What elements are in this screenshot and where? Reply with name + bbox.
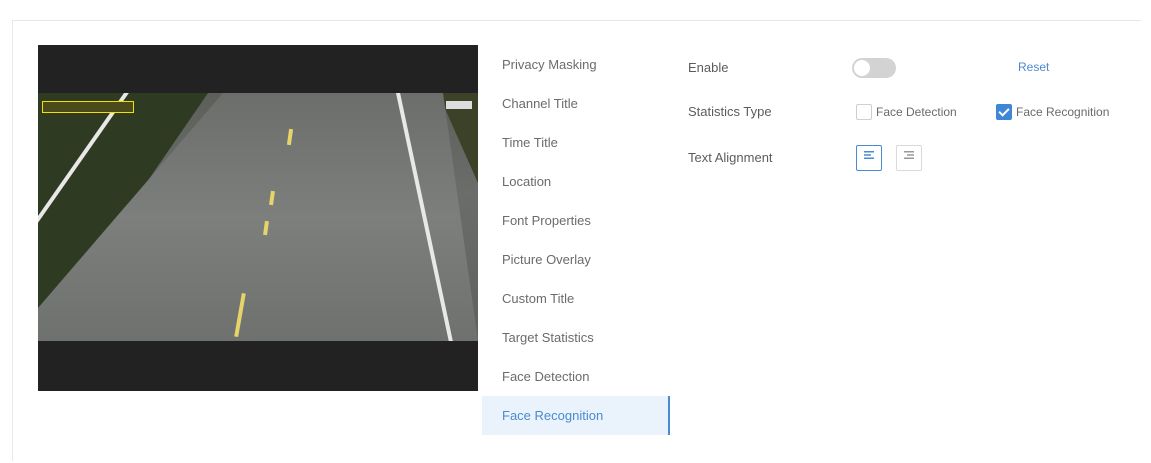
reset-link[interactable]: Reset: [1018, 60, 1049, 74]
osd-marker: [446, 101, 472, 109]
menu-item-picture-overlay[interactable]: Picture Overlay: [482, 240, 670, 279]
menu-item-location[interactable]: Location: [482, 162, 670, 201]
video-preview: [38, 45, 478, 391]
menu-item-target-statistics[interactable]: Target Statistics: [482, 318, 670, 357]
road-scene-image: [38, 93, 478, 341]
align-left-glyph: [864, 151, 874, 159]
osd-menu: Privacy Masking Channel Title Time Title…: [482, 45, 670, 437]
statistics-type-label: Statistics Type: [688, 104, 772, 119]
enable-toggle[interactable]: [852, 58, 896, 78]
align-left-icon[interactable]: [856, 145, 882, 171]
menu-item-font-properties[interactable]: Font Properties: [482, 201, 670, 240]
face-detection-checkbox-label: Face Detection: [876, 105, 957, 119]
face-detection-checkbox[interactable]: [856, 104, 872, 120]
align-right-icon[interactable]: [896, 145, 922, 171]
face-recognition-checkbox[interactable]: [996, 104, 1012, 120]
face-recognition-checkbox-label: Face Recognition: [1016, 105, 1110, 119]
menu-item-face-recognition[interactable]: Face Recognition: [482, 396, 670, 435]
align-right-glyph: [904, 151, 914, 159]
toggle-knob: [854, 60, 870, 76]
face-recognition-overlay-box[interactable]: [42, 101, 134, 113]
enable-label: Enable: [688, 60, 729, 75]
menu-item-custom-title[interactable]: Custom Title: [482, 279, 670, 318]
text-alignment-label: Text Alignment: [688, 150, 773, 165]
menu-item-face-detection[interactable]: Face Detection: [482, 357, 670, 396]
menu-item-channel-title[interactable]: Channel Title: [482, 84, 670, 123]
menu-item-time-title[interactable]: Time Title: [482, 123, 670, 162]
menu-item-privacy-masking[interactable]: Privacy Masking: [482, 45, 670, 84]
